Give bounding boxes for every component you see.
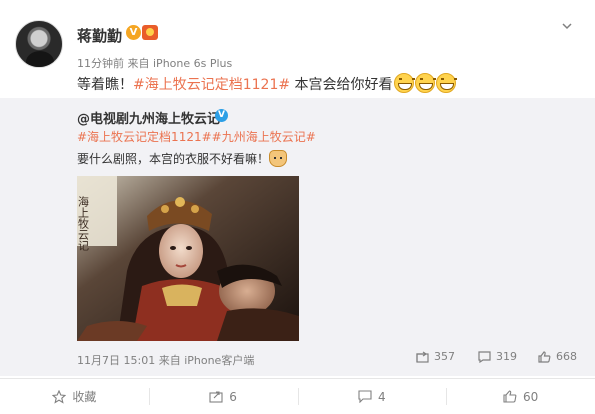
repost-username[interactable]: @电视剧九州海上牧云记: [77, 108, 220, 127]
collect-button[interactable]: 收藏: [0, 379, 149, 414]
repost-share-action[interactable]: 357: [416, 350, 455, 363]
repost-like-count: 668: [556, 350, 577, 363]
repost-comment-count: 319: [496, 350, 517, 363]
repost-source: 来自 iPhone客户端: [158, 354, 255, 367]
repost-share-count: 357: [434, 350, 455, 363]
repost-like-action[interactable]: 668: [538, 350, 577, 363]
post-source[interactable]: iPhone 6s Plus: [153, 57, 232, 70]
post-meta: 11分钟前 来自 iPhone 6s Plus: [77, 55, 232, 71]
repost-hashtags-link[interactable]: #海上牧云记定档1121##九州海上牧云记#: [77, 128, 316, 145]
repost-text-body: 要什么剧照，本宫的衣服不好看嘛！: [77, 152, 270, 166]
repost-meta: 11月7日 15:01 来自 iPhone客户端: [77, 352, 254, 368]
post-text-prefix: 等着瞧！: [77, 77, 133, 93]
post-text-suffix: 本宫会给你好看: [290, 77, 393, 93]
comment-icon: [478, 350, 491, 363]
verified-badge-icon: V: [126, 25, 141, 40]
post-hashtag-link[interactable]: #海上牧云记定档1121#: [133, 77, 290, 93]
like-button[interactable]: 60: [446, 379, 595, 414]
comment-icon: [358, 390, 372, 403]
post-time[interactable]: 11分钟前: [77, 57, 124, 70]
dog-emoji-icon: [269, 150, 288, 167]
share-button[interactable]: 6: [148, 379, 298, 414]
thumbs-up-icon: [503, 390, 517, 403]
member-level-icon[interactable]: [142, 25, 158, 40]
grin-emoji-icon: [435, 73, 457, 93]
grin-emoji-icon: [414, 73, 436, 93]
repost-comment-action[interactable]: 319: [478, 350, 517, 363]
thumbs-up-icon: [538, 350, 551, 363]
share-count: 6: [229, 389, 237, 404]
verified-blue-icon: V: [215, 109, 228, 122]
post-text: 等着瞧！#海上牧云记定档1121# 本宫会给你好看: [77, 73, 457, 94]
comment-count: 4: [378, 389, 386, 404]
repost-image[interactable]: 海上牧云记: [77, 176, 299, 341]
share-icon: [416, 351, 429, 363]
like-count: 60: [522, 389, 539, 404]
grin-emoji-icon: [393, 73, 415, 93]
avatar[interactable]: [15, 20, 63, 68]
star-icon: [52, 389, 67, 404]
chevron-down-icon[interactable]: [561, 20, 573, 32]
poster-title-text: 海上牧云记: [77, 195, 90, 251]
repost-text: 要什么剧照，本宫的衣服不好看嘛！: [77, 150, 288, 167]
action-bar: 收藏 6 4 60: [0, 379, 595, 414]
post-username[interactable]: 蒋勤勤: [77, 25, 122, 46]
repost-date[interactable]: 11月7日 15:01: [77, 354, 155, 367]
comment-button[interactable]: 4: [297, 379, 447, 414]
share-icon: [209, 391, 223, 403]
collect-label: 收藏: [72, 390, 97, 404]
weibo-post-card: 蒋勤勤 V 11分钟前 来自 iPhone 6s Plus 等着瞧！#海上牧云记…: [0, 0, 595, 378]
post-source-prefix: 来自: [127, 57, 150, 70]
